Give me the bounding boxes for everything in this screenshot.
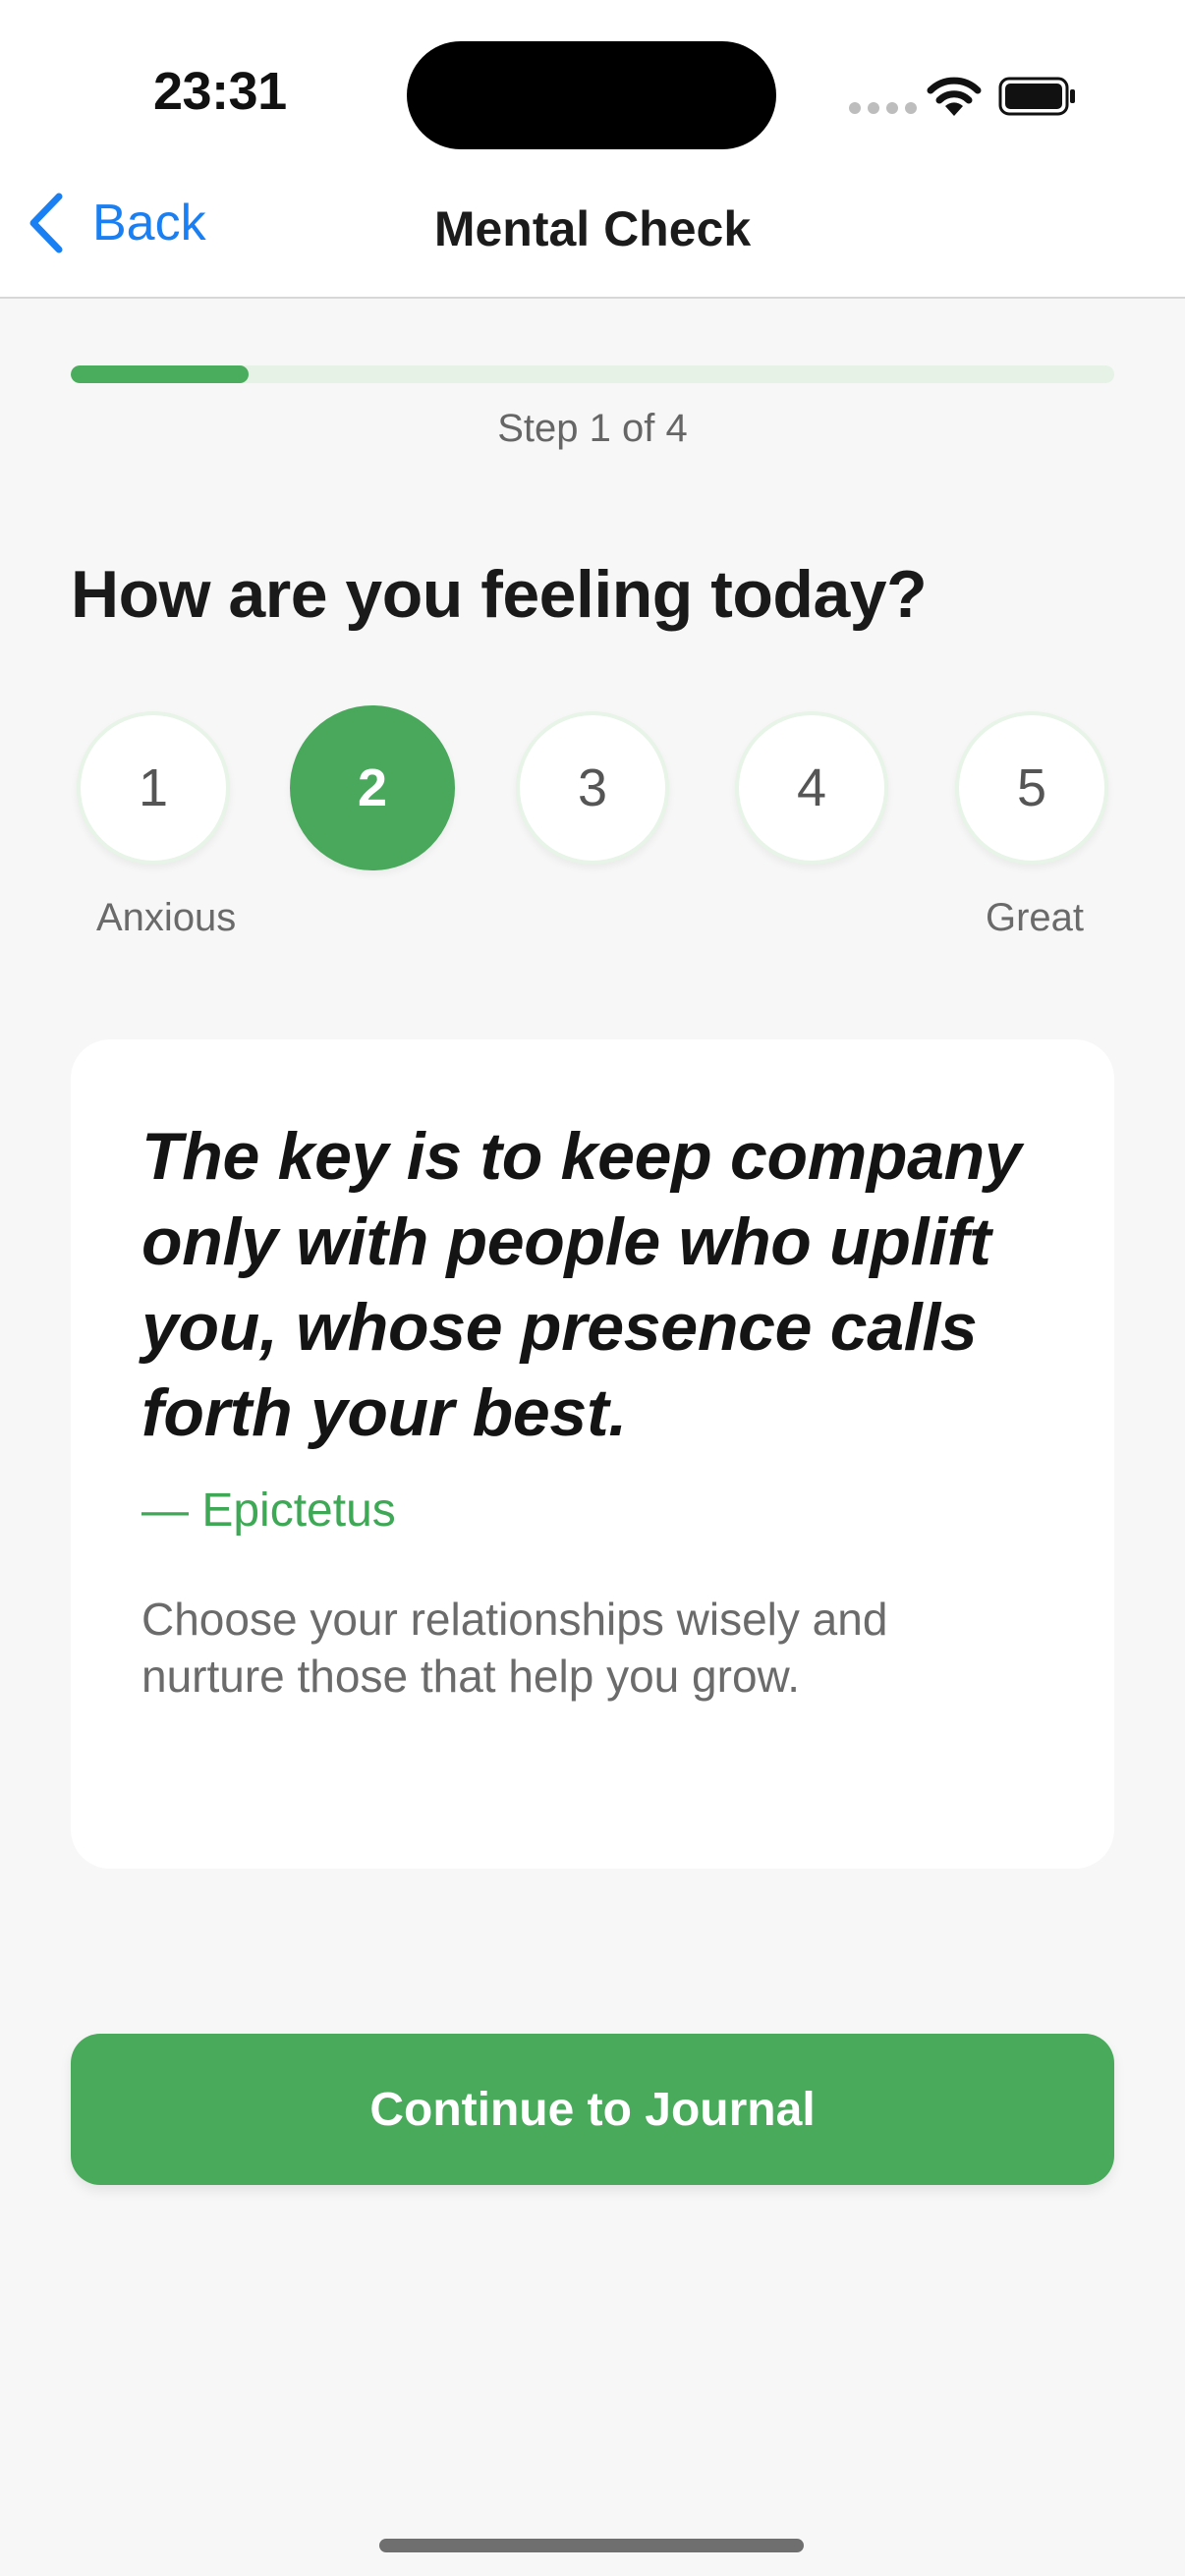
mood-rating-scale: 12345: [71, 705, 1114, 874]
cellular-signal-icon: [849, 102, 917, 114]
progress-fill: [71, 365, 249, 383]
quote-text: The key is to keep company only with peo…: [141, 1119, 1022, 1450]
navigation-bar: 23:31 Back Mental Check: [0, 0, 1185, 299]
progress-bar: [71, 365, 1114, 383]
quote-card: The key is to keep company only with peo…: [71, 1039, 1114, 1869]
page-title: Mental Check: [433, 201, 752, 256]
rating-option-4[interactable]: 4: [735, 711, 888, 865]
home-indicator[interactable]: [379, 2539, 804, 2552]
dynamic-island: [407, 41, 776, 149]
step-indicator: Step 1 of 4: [497, 407, 688, 450]
scale-low-label: Anxious: [96, 896, 237, 939]
scale-high-label: Great: [986, 896, 1085, 939]
wifi-icon: [927, 77, 982, 116]
quote-note: Choose your relationships wisely and nur…: [141, 1594, 888, 1702]
continue-to-journal-button[interactable]: Continue to Journal: [71, 2034, 1114, 2185]
rating-option-1[interactable]: 1: [77, 711, 230, 865]
rating-option-3[interactable]: 3: [516, 711, 669, 865]
rating-option-5[interactable]: 5: [955, 711, 1108, 865]
rating-option-2[interactable]: 2: [290, 705, 455, 870]
quote-author: — Epictetus: [141, 1484, 396, 1537]
status-time: 23:31: [153, 62, 287, 121]
battery-icon: [998, 77, 1075, 116]
question-heading: How are you feeling today?: [71, 557, 928, 632]
